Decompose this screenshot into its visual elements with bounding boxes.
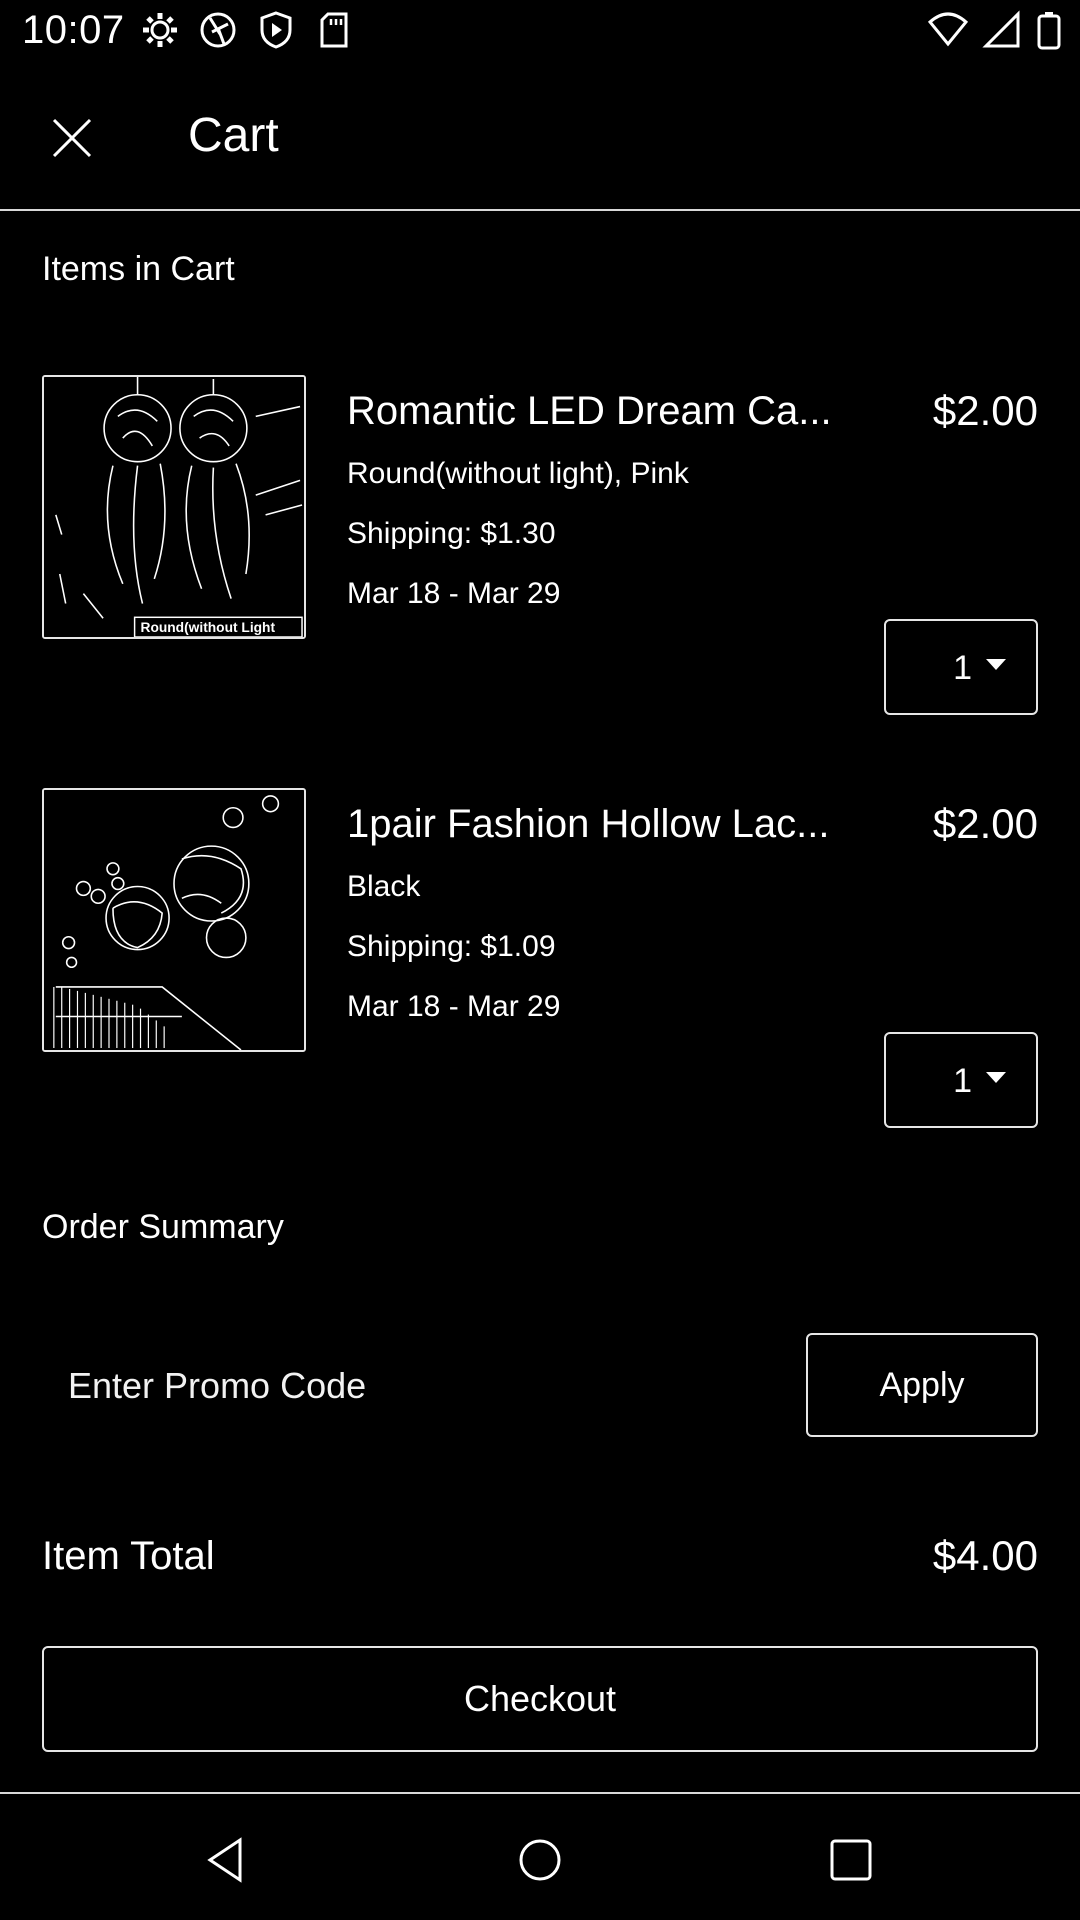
aperture-icon [198,10,238,50]
battery-icon [1036,10,1062,50]
page-title: Cart [188,109,279,162]
quantity-select[interactable]: 1 [884,619,1038,715]
promo-code-input[interactable] [42,1334,772,1438]
item-variant: Black [347,870,421,903]
chevron-down-icon [986,1072,1006,1083]
quantity-value: 1 [953,1062,972,1100]
gear-icon [140,10,180,50]
item-total-label: Item Total [42,1534,215,1578]
checkout-button[interactable]: Checkout [42,1646,1038,1752]
product-image[interactable]: Round(without Light [42,375,306,639]
back-button[interactable] [186,1822,266,1902]
item-variant: Round(without light), Pink [347,457,689,490]
item-name[interactable]: 1pair Fashion Hollow Lac... [347,802,862,847]
home-button[interactable] [500,1822,580,1902]
status-bar: 10:07 [0,0,1080,64]
product-image-label: Round(without Light [141,620,276,635]
item-shipping: Shipping: $1.30 [347,517,556,550]
recents-square-icon [827,1836,875,1889]
socks-image [44,790,304,1050]
dreamcatcher-image: Round(without Light [44,377,304,637]
item-shipping: Shipping: $1.09 [347,930,556,963]
items-section-title: Items in Cart [42,250,235,288]
cart-item[interactable]: Round(without Light Romantic LED Dream C… [0,375,1080,735]
order-summary-title: Order Summary [42,1208,284,1246]
status-icons-right [927,10,1062,50]
cart-item[interactable]: 1pair Fashion Hollow Lac... $2.00 Black … [0,788,1080,1148]
cart-screen: 10:07 Cart Items in Cart Round(without L… [0,0,1080,1920]
chevron-down-icon [986,659,1006,670]
home-circle-icon [516,1836,564,1889]
item-price: $2.00 [932,800,1038,847]
quantity-select[interactable]: 1 [884,1032,1038,1128]
recents-button[interactable] [811,1822,891,1902]
item-delivery: Mar 18 - Mar 29 [347,577,561,610]
app-header: Cart [0,64,1080,211]
shield-play-icon [256,10,296,50]
item-total-value: $4.00 [932,1532,1038,1579]
status-time: 10:07 [22,8,125,52]
product-image[interactable] [42,788,306,1052]
item-delivery: Mar 18 - Mar 29 [347,990,561,1023]
apply-button[interactable]: Apply [806,1333,1038,1437]
close-button[interactable] [36,104,108,176]
back-triangle-icon [202,1836,250,1889]
status-icons-left [140,10,354,50]
item-price: $2.00 [932,387,1038,434]
cell-signal-icon [982,10,1022,50]
wifi-icon [927,10,969,50]
quantity-value: 1 [953,649,972,687]
close-icon [48,114,96,167]
item-name[interactable]: Romantic LED Dream Ca... [347,389,862,434]
system-nav-bar [0,1792,1080,1920]
sd-card-icon [314,10,354,50]
